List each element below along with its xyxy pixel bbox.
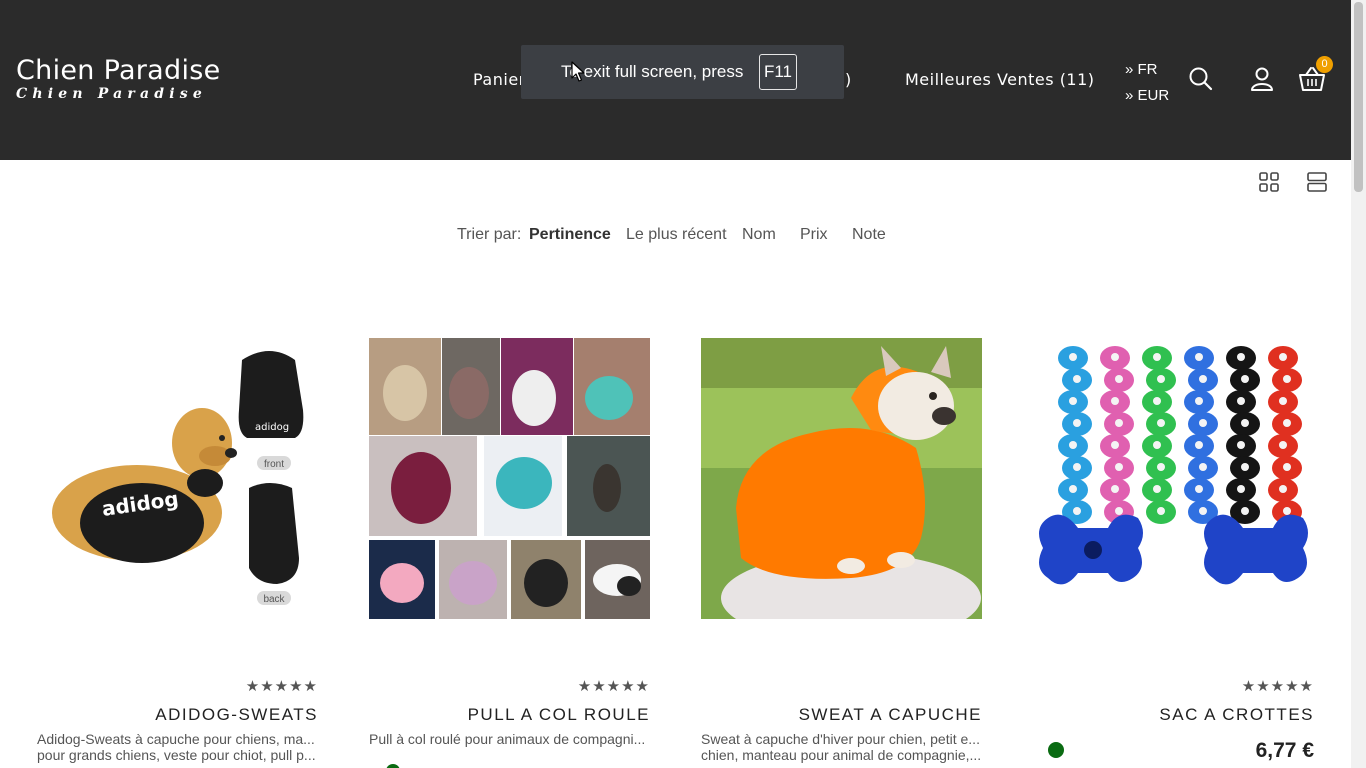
product-description-line: Adidog-Sweats à capuche pour chiens, ma.… [37, 731, 315, 747]
product-image[interactable] [369, 338, 650, 619]
site-logo[interactable]: Chien Paradise Chien Paradise [16, 55, 221, 103]
mouse-cursor-icon [571, 61, 585, 88]
language-selector[interactable]: » FR [1125, 57, 1169, 83]
front-label: front [264, 459, 284, 470]
product-image[interactable] [701, 338, 982, 619]
product-image[interactable]: adidog adidog front back [37, 338, 318, 619]
page: Chien Paradise Chien Paradise Panier ) M… [0, 0, 1366, 768]
nav-best-sellers[interactable]: Meilleures Ventes (11) [905, 70, 1095, 89]
scrollbar[interactable] [1351, 0, 1366, 768]
nav-item-partial[interactable]: ) [845, 70, 852, 89]
locale-switcher: » FR » EUR [1125, 57, 1169, 109]
stock-indicator [386, 764, 400, 768]
product-card[interactable]: SWEAT A CAPUCHE Sweat à capuche d'hiver … [701, 338, 982, 763]
product-description: Sweat à capuche d'hiver pour chien, peti… [701, 731, 982, 763]
sort-option-pertinence[interactable]: Pertinence [529, 226, 611, 244]
user-icon[interactable] [1249, 66, 1275, 92]
product-title[interactable]: ADIDOG-SWEATS [155, 705, 318, 725]
grid-view-icon[interactable] [1258, 171, 1280, 193]
site-header: Chien Paradise Chien Paradise Panier ) M… [0, 0, 1351, 160]
sort-label: Trier par: [457, 226, 522, 243]
search-icon[interactable] [1188, 66, 1214, 92]
sort-option-name[interactable]: Nom [742, 226, 776, 244]
product-title[interactable]: PULL A COL ROULE [468, 705, 650, 725]
scrollbar-thumb[interactable] [1354, 2, 1363, 192]
toast-text: To exit full screen, press [561, 62, 744, 81]
product-title[interactable]: SWEAT A CAPUCHE [799, 705, 982, 725]
back-label: back [263, 594, 285, 605]
product-card[interactable]: adidog adidog front back ★★★★★ ADIDOG-SW… [37, 338, 318, 763]
logo-sub-text: Chien Paradise [16, 86, 207, 102]
nav-panier[interactable]: Panier [473, 70, 526, 89]
product-description-line: pour grands chiens, veste pour chiot, pu… [37, 747, 316, 763]
product-image[interactable] [1033, 338, 1314, 619]
cart-count-badge: 0 [1316, 56, 1333, 73]
sort-option-recent[interactable]: Le plus récent [626, 226, 727, 244]
product-description-line: Pull à col roulé pour animaux de compagn… [369, 731, 646, 747]
list-view-icon[interactable] [1306, 171, 1328, 193]
product-description-line: Sweat à capuche d'hiver pour chien, peti… [701, 731, 980, 747]
rating-stars: ★★★★★ [245, 678, 318, 695]
rating-stars: ★★★★★ [1241, 678, 1314, 695]
product-description: Pull à col roulé pour animaux de compagn… [369, 731, 650, 747]
logo-main-text: Chien Paradise [16, 55, 221, 86]
product-card[interactable]: ★★★★★ SAC A CROTTES 6,77 € [1033, 338, 1314, 762]
product-description-line: chien, manteau pour animal de compagnie,… [701, 747, 982, 763]
product-price: 6,77 € [1255, 739, 1314, 762]
toast-key: F11 [759, 54, 797, 90]
stock-indicator [1048, 742, 1064, 758]
sort-option-rating[interactable]: Note [852, 226, 886, 244]
product-description: Adidog-Sweats à capuche pour chiens, ma.… [37, 731, 318, 763]
sort-option-price[interactable]: Prix [800, 226, 828, 244]
product-card[interactable]: ★★★★★ PULL A COL ROULE Pull à col roulé … [369, 338, 650, 768]
currency-selector[interactable]: » EUR [1125, 83, 1169, 109]
rating-stars: ★★★★★ [577, 678, 650, 695]
fullscreen-toast: To exit full screen, press F11 [521, 45, 844, 99]
product-title[interactable]: SAC A CROTTES [1159, 705, 1314, 725]
svg-text:adidog: adidog [255, 422, 289, 433]
